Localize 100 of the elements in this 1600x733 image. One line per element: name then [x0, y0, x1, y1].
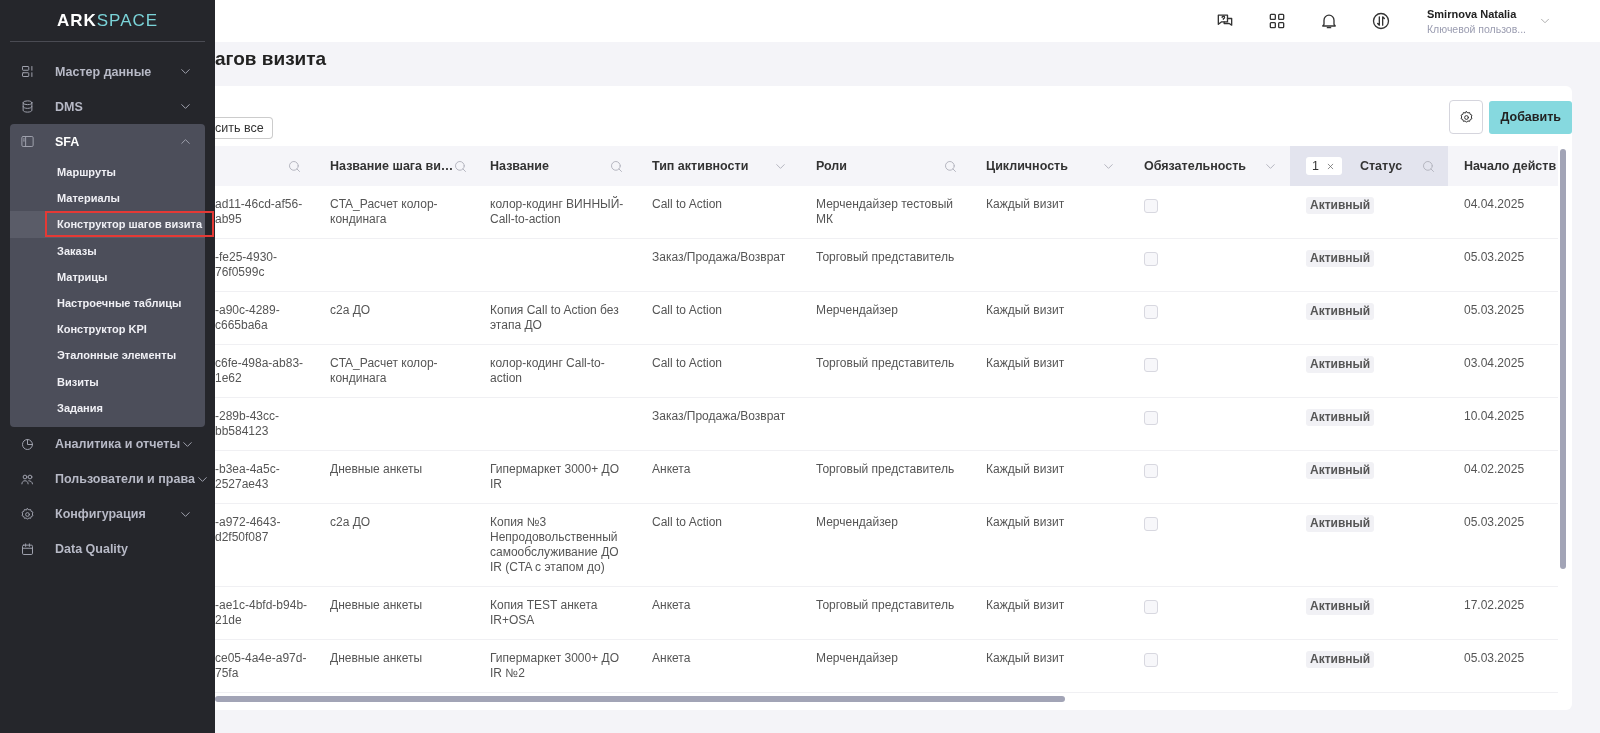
column-title: Название: [490, 159, 549, 173]
table-cell-text: Каждый визит: [986, 197, 1066, 212]
table-cell-text: 05.03.2025: [1464, 515, 1526, 530]
checkbox[interactable]: [1144, 600, 1158, 614]
search-icon[interactable]: [453, 158, 469, 174]
nav-item[interactable]: Мастер данные: [10, 54, 205, 89]
swap-icon[interactable]: [1371, 11, 1391, 31]
table-cell-text: -a972-4643- d2f50f087: [215, 515, 282, 545]
table-cell-text: Заказ/Продажа/Возврат: [652, 409, 787, 424]
table-cell-text: c2a ДО: [330, 515, 372, 530]
submenu-item[interactable]: Маршруты: [45, 159, 128, 186]
column-header[interactable]: 1 Статус: [1290, 146, 1448, 186]
table-cell-text: Каждый визит: [986, 598, 1066, 613]
column-header[interactable]: Роли: [800, 146, 970, 186]
column-header[interactable]: Название: [474, 146, 636, 186]
submenu-item[interactable]: Заказы: [45, 237, 109, 264]
nav-item[interactable]: DMS: [10, 89, 205, 124]
table-cell-text: 10.04.2025: [1464, 409, 1526, 424]
search-icon[interactable]: [1421, 158, 1436, 174]
submenu-item[interactable]: Задания: [45, 394, 115, 421]
submenu-item[interactable]: Конструктор шагов визита: [45, 211, 215, 238]
table-cell-text: Каждый визит: [986, 651, 1066, 666]
gear-icon: [20, 506, 35, 522]
status-badge: Активный: [1306, 598, 1375, 615]
table-cell-text: ad11-46cd-af56- ab95: [215, 197, 304, 227]
submenu-item[interactable]: Матрицы: [45, 263, 120, 290]
column-title: Цикличность: [986, 159, 1068, 173]
add-button[interactable]: Добавить: [1489, 100, 1572, 134]
table-cell-text: -b3ea-4a5c- 2527ae43: [215, 462, 281, 492]
checkbox[interactable]: [1144, 358, 1158, 372]
status-badge: Активный: [1306, 651, 1375, 668]
table-cell-text: ce05-4a4e-a97d- 75fa: [215, 651, 308, 681]
submenu-item[interactable]: Эталонные элементы: [45, 342, 189, 369]
filter-chip[interactable]: 1: [1306, 157, 1342, 175]
checkbox[interactable]: [1144, 411, 1158, 425]
column-header[interactable]: Начало действ: [1448, 146, 1558, 186]
nav-item[interactable]: Аналитика и отчеты: [10, 426, 205, 462]
checkbox[interactable]: [1144, 305, 1158, 319]
nav-item[interactable]: SFA: [10, 124, 205, 159]
table-cell-text: Дневные анкеты: [330, 462, 424, 477]
table-cell-text: Мерчендайзер: [816, 651, 899, 666]
table-cell-text: Каждый визит: [986, 515, 1066, 530]
table-cell-text: 05.03.2025: [1464, 651, 1526, 666]
table-cell-text: Анкета: [652, 462, 692, 477]
layout-icon: [20, 64, 35, 79]
settings-icon: [1458, 109, 1474, 125]
sidebar-panel-icon: [20, 134, 35, 149]
nav-item[interactable]: Data Quality: [10, 531, 205, 567]
table-cell-text: Заказ/Продажа/Возврат: [652, 250, 787, 265]
column-title: Обязательность: [1144, 159, 1247, 173]
table-cell-text: Call to Action: [652, 303, 724, 318]
submenu-item[interactable]: Настроечные таблицы: [45, 290, 194, 317]
column-header[interactable]: Название шага ви…: [314, 146, 474, 186]
column-header[interactable]: [215, 146, 314, 186]
table-cell-text: Call to Action: [652, 197, 724, 212]
page-title: агов визита: [215, 48, 328, 71]
calendar-icon: [20, 541, 35, 557]
checkbox[interactable]: [1144, 252, 1158, 266]
scrollbar[interactable]: [215, 696, 1065, 702]
checkbox[interactable]: [1144, 199, 1158, 213]
table-cell-text: Копия Call to Action без этапа ДО: [490, 303, 620, 333]
table-cell-text: Анкета: [652, 598, 692, 613]
table-cell-text: Мерчендайзер: [816, 515, 899, 530]
table-cell-text: -fe25-4930- 76f0599c: [215, 250, 279, 280]
table-cell-text: Гипермаркет 3000+ ДО IR №2: [490, 651, 620, 681]
table-cell-text: Копия №3 Непродовольственный самообслуживание ДО IR (CTA с этапом до): [490, 515, 620, 575]
table-cell-text: колор-кодинг ВИННЫЙ-Call-to-action: [490, 197, 625, 227]
scrollbar[interactable]: [1560, 149, 1566, 569]
table-cell-text: 04.02.2025: [1464, 462, 1526, 477]
table-cell-text: Торговый представитель: [816, 598, 956, 613]
logo: ARKSPACE: [56, 10, 159, 31]
table-cell-text: Каждый визит: [986, 303, 1066, 318]
search-icon[interactable]: [609, 158, 624, 174]
database-icon: [20, 99, 35, 114]
pie-chart-icon: [20, 436, 35, 452]
table-cell-text: колор-кодинг Call-to-action: [490, 356, 606, 386]
column-header[interactable]: Цикличность: [970, 146, 1128, 186]
table-cell-text: Анкета: [652, 651, 692, 666]
submenu-item[interactable]: Конструктор KPI: [45, 316, 159, 343]
table-cell-text: -a90c-4289- c665ba6a: [215, 303, 281, 333]
column-header[interactable]: Обязательность: [1128, 146, 1290, 186]
status-badge: Активный: [1306, 356, 1375, 373]
checkbox[interactable]: [1144, 464, 1158, 478]
search-icon[interactable]: [943, 158, 958, 174]
status-badge: Активный: [1306, 250, 1375, 267]
nav-item[interactable]: Конфигурация: [10, 496, 205, 532]
nav-item[interactable]: Пользователи и права: [10, 461, 205, 497]
checkbox[interactable]: [1144, 517, 1158, 531]
table-cell-text: Call to Action: [652, 515, 724, 530]
submenu-item[interactable]: Материалы: [45, 185, 132, 212]
status-badge: Активный: [1306, 197, 1375, 214]
status-badge: Активный: [1306, 462, 1375, 479]
submenu-item[interactable]: Визиты: [45, 368, 111, 395]
checkbox[interactable]: [1144, 653, 1158, 667]
clear-all-button[interactable]: сить все: [215, 117, 273, 139]
apps-grid-icon[interactable]: [1267, 11, 1287, 31]
search-icon[interactable]: [287, 158, 302, 174]
status-badge: Активный: [1306, 515, 1375, 532]
column-header[interactable]: Тип активности: [636, 146, 800, 186]
settings-button[interactable]: [1449, 100, 1484, 134]
